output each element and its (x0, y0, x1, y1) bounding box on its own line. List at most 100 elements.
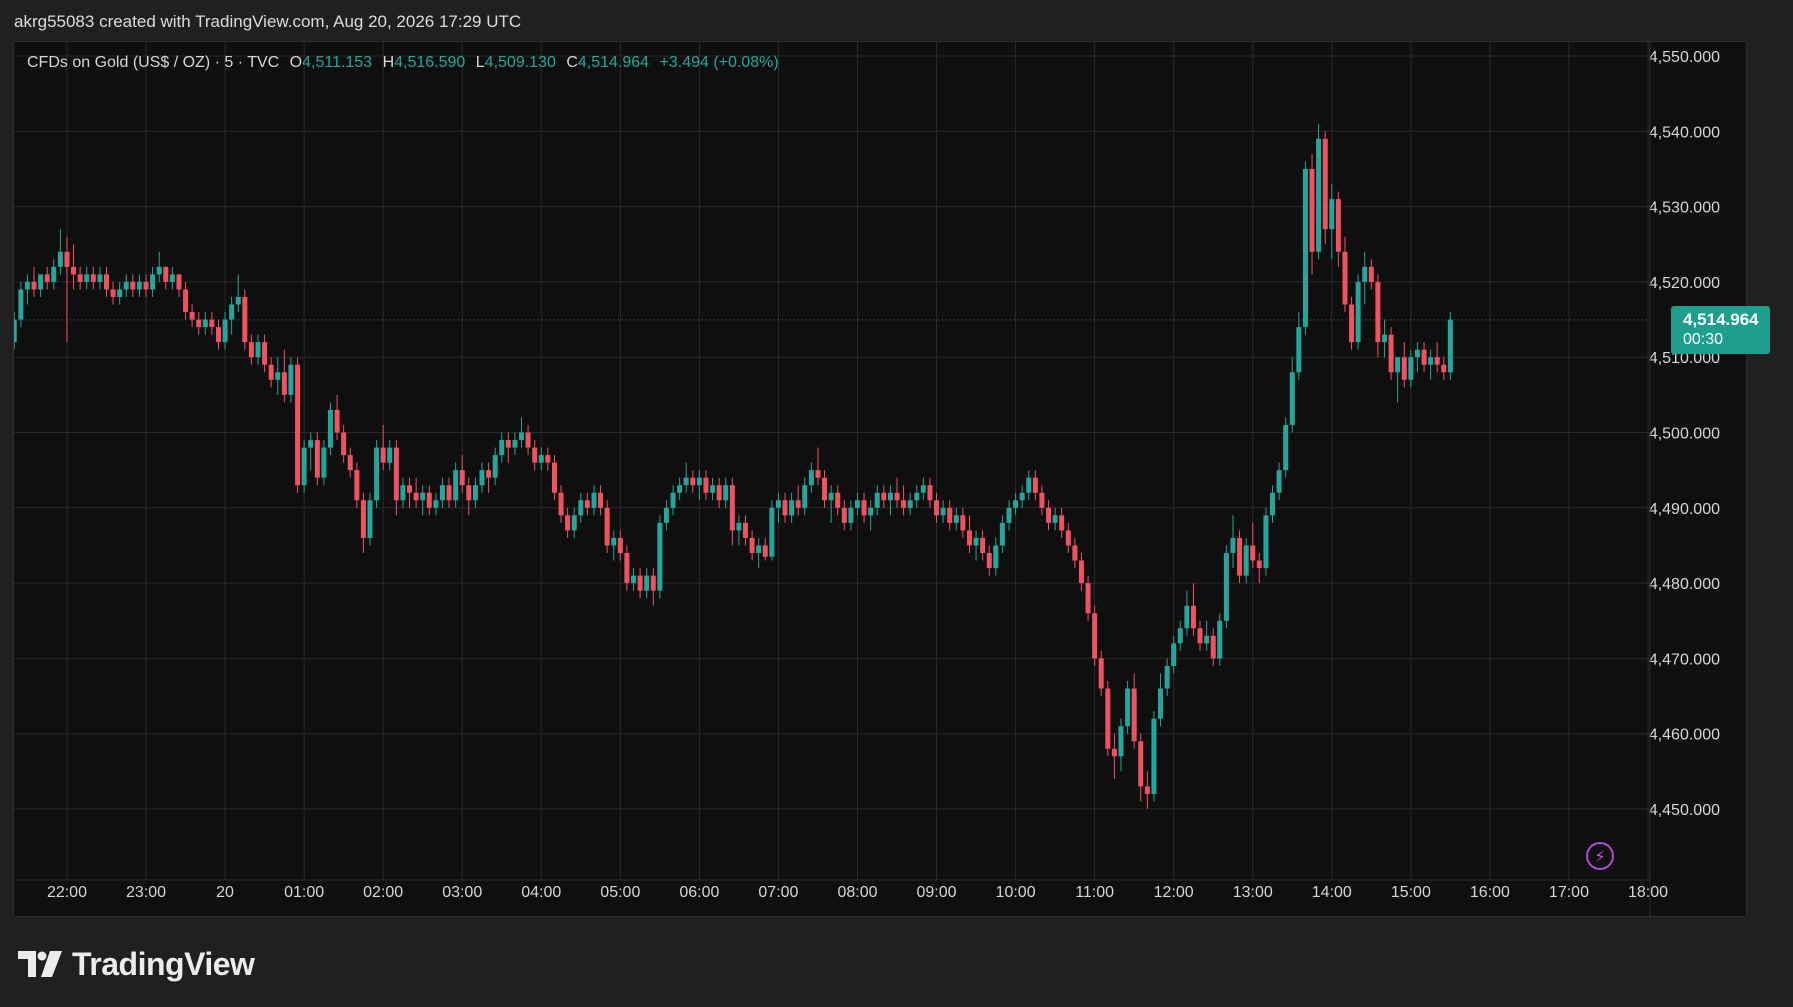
candle-body-down (1078, 560, 1084, 584)
candle-body-up (439, 485, 445, 501)
x-tick-label: 22:00 (47, 884, 87, 901)
candle-body-down (1210, 635, 1216, 659)
candle-body-up (117, 289, 123, 297)
candle-body-up (123, 281, 129, 290)
candle-body-up (677, 485, 683, 493)
candle-body-up (24, 281, 30, 290)
candle-body-down (729, 485, 735, 531)
candle-body-up (202, 319, 208, 328)
candle-body-up (1026, 477, 1032, 493)
y-tick-label: 4,530.000 (1649, 200, 1720, 217)
candle-body-up (578, 500, 584, 516)
candle-body-down (565, 515, 571, 531)
candle-body-down (749, 537, 755, 553)
low-value: 4,509.130 (484, 54, 556, 71)
x-tick-label: 01:00 (284, 884, 324, 901)
x-tick-label: 11:00 (1075, 884, 1114, 901)
x-tick-label: 20 (216, 884, 234, 901)
candle-body-down (1342, 251, 1348, 305)
last-price-tag: 4,514.964 00:30 (1671, 306, 1770, 354)
x-tick-label: 03:00 (442, 884, 482, 901)
candle-body-up (657, 522, 663, 591)
x-tick-label: 17:00 (1549, 884, 1589, 901)
candle-body-down (1322, 138, 1328, 230)
candle-body-up (723, 485, 729, 501)
candle-body-up (420, 492, 426, 501)
candlestick-chart[interactable]: 4,550.000 4,540.000 4,530.000 4,520.000 4,51… (14, 42, 1746, 916)
candle-body-down (354, 470, 360, 501)
candle-body-down (637, 575, 643, 591)
candle-body-up (1355, 281, 1361, 343)
candle-body-up (1125, 688, 1131, 727)
candle-body-up (1329, 199, 1335, 230)
candle-body-down (1368, 266, 1374, 282)
candle-body-down (927, 485, 933, 501)
candle-body-up (519, 432, 525, 441)
candle-body-up (327, 409, 333, 448)
candle-body-down (584, 500, 590, 508)
candle-body-down (262, 342, 268, 365)
candle-body-up (1006, 507, 1012, 523)
lightning-bolt-icon[interactable]: ⚡ (1586, 842, 1614, 870)
y-tick-label: 4,490.000 (1649, 501, 1720, 518)
candle-body-up (644, 575, 650, 591)
candle-body-up (499, 440, 505, 456)
candle-body-down (835, 492, 841, 508)
candle-body-down (551, 462, 557, 493)
candle-body-down (183, 289, 189, 313)
candle-body-up (38, 274, 44, 290)
candle-body-up (710, 485, 716, 493)
candle-body-down (525, 432, 531, 448)
x-tick-label: 04:00 (521, 884, 561, 901)
candle-body-up (611, 537, 617, 546)
candle-body-down (980, 537, 986, 553)
candle-body-down (406, 485, 412, 493)
candle-body-up (999, 522, 1005, 546)
candle-body-down (1190, 605, 1196, 629)
candle-body-up (848, 507, 854, 523)
candle-body-up (1177, 628, 1183, 644)
candle-body-down (268, 364, 274, 380)
candle-body-up (940, 507, 946, 516)
candle-body-up (1296, 327, 1302, 373)
candle-body-down (617, 537, 623, 553)
y-tick-label: 4,500.000 (1649, 426, 1720, 443)
x-tick-label: 02:00 (363, 884, 403, 901)
candle-body-down (822, 477, 828, 501)
candle-body-down (1039, 492, 1045, 508)
candle-body-down (1237, 537, 1243, 576)
candle-body-up (1283, 424, 1289, 471)
tradingview-logo[interactable]: TradingView (18, 944, 255, 984)
candle-body-up (374, 447, 380, 501)
candle-body-down (960, 515, 966, 531)
candle-body-up (1414, 349, 1420, 358)
x-tick-label: 10:00 (996, 884, 1036, 901)
candle-body-up (828, 492, 834, 501)
candle-body-down (103, 274, 109, 290)
candle-body-up (1276, 470, 1282, 493)
candle-body-down (459, 470, 465, 486)
candle-body-up (255, 342, 261, 358)
candle-body-down (1046, 507, 1052, 523)
candle-body-down (341, 432, 347, 456)
candle-body-up (808, 470, 814, 486)
candle-body-down (881, 492, 887, 501)
candle-body-down (1197, 628, 1203, 644)
symbol-name[interactable]: CFDs on Gold (US$ / OZ) · 5 · TVC (27, 54, 279, 71)
candle-body-up (1164, 665, 1170, 689)
candle-body-down (216, 327, 222, 343)
candle-body-up (868, 507, 874, 516)
candle-body-down (986, 552, 992, 569)
chart-panel[interactable]: 4,550.000 4,540.000 4,530.000 4,520.000 4,51… (13, 41, 1747, 917)
candle-body-up (492, 455, 498, 478)
candle-body-up (736, 522, 742, 531)
candle-body-up (453, 470, 459, 501)
candle-body-up (1052, 515, 1058, 523)
candle-body-up (683, 477, 689, 486)
candle-body-down (624, 552, 630, 584)
x-tick-label: 07:00 (758, 884, 798, 901)
candle-body-up (1019, 492, 1025, 501)
candle-body-down (486, 470, 492, 478)
candle-body-down (1335, 199, 1341, 252)
candle-body-up (1395, 357, 1401, 373)
